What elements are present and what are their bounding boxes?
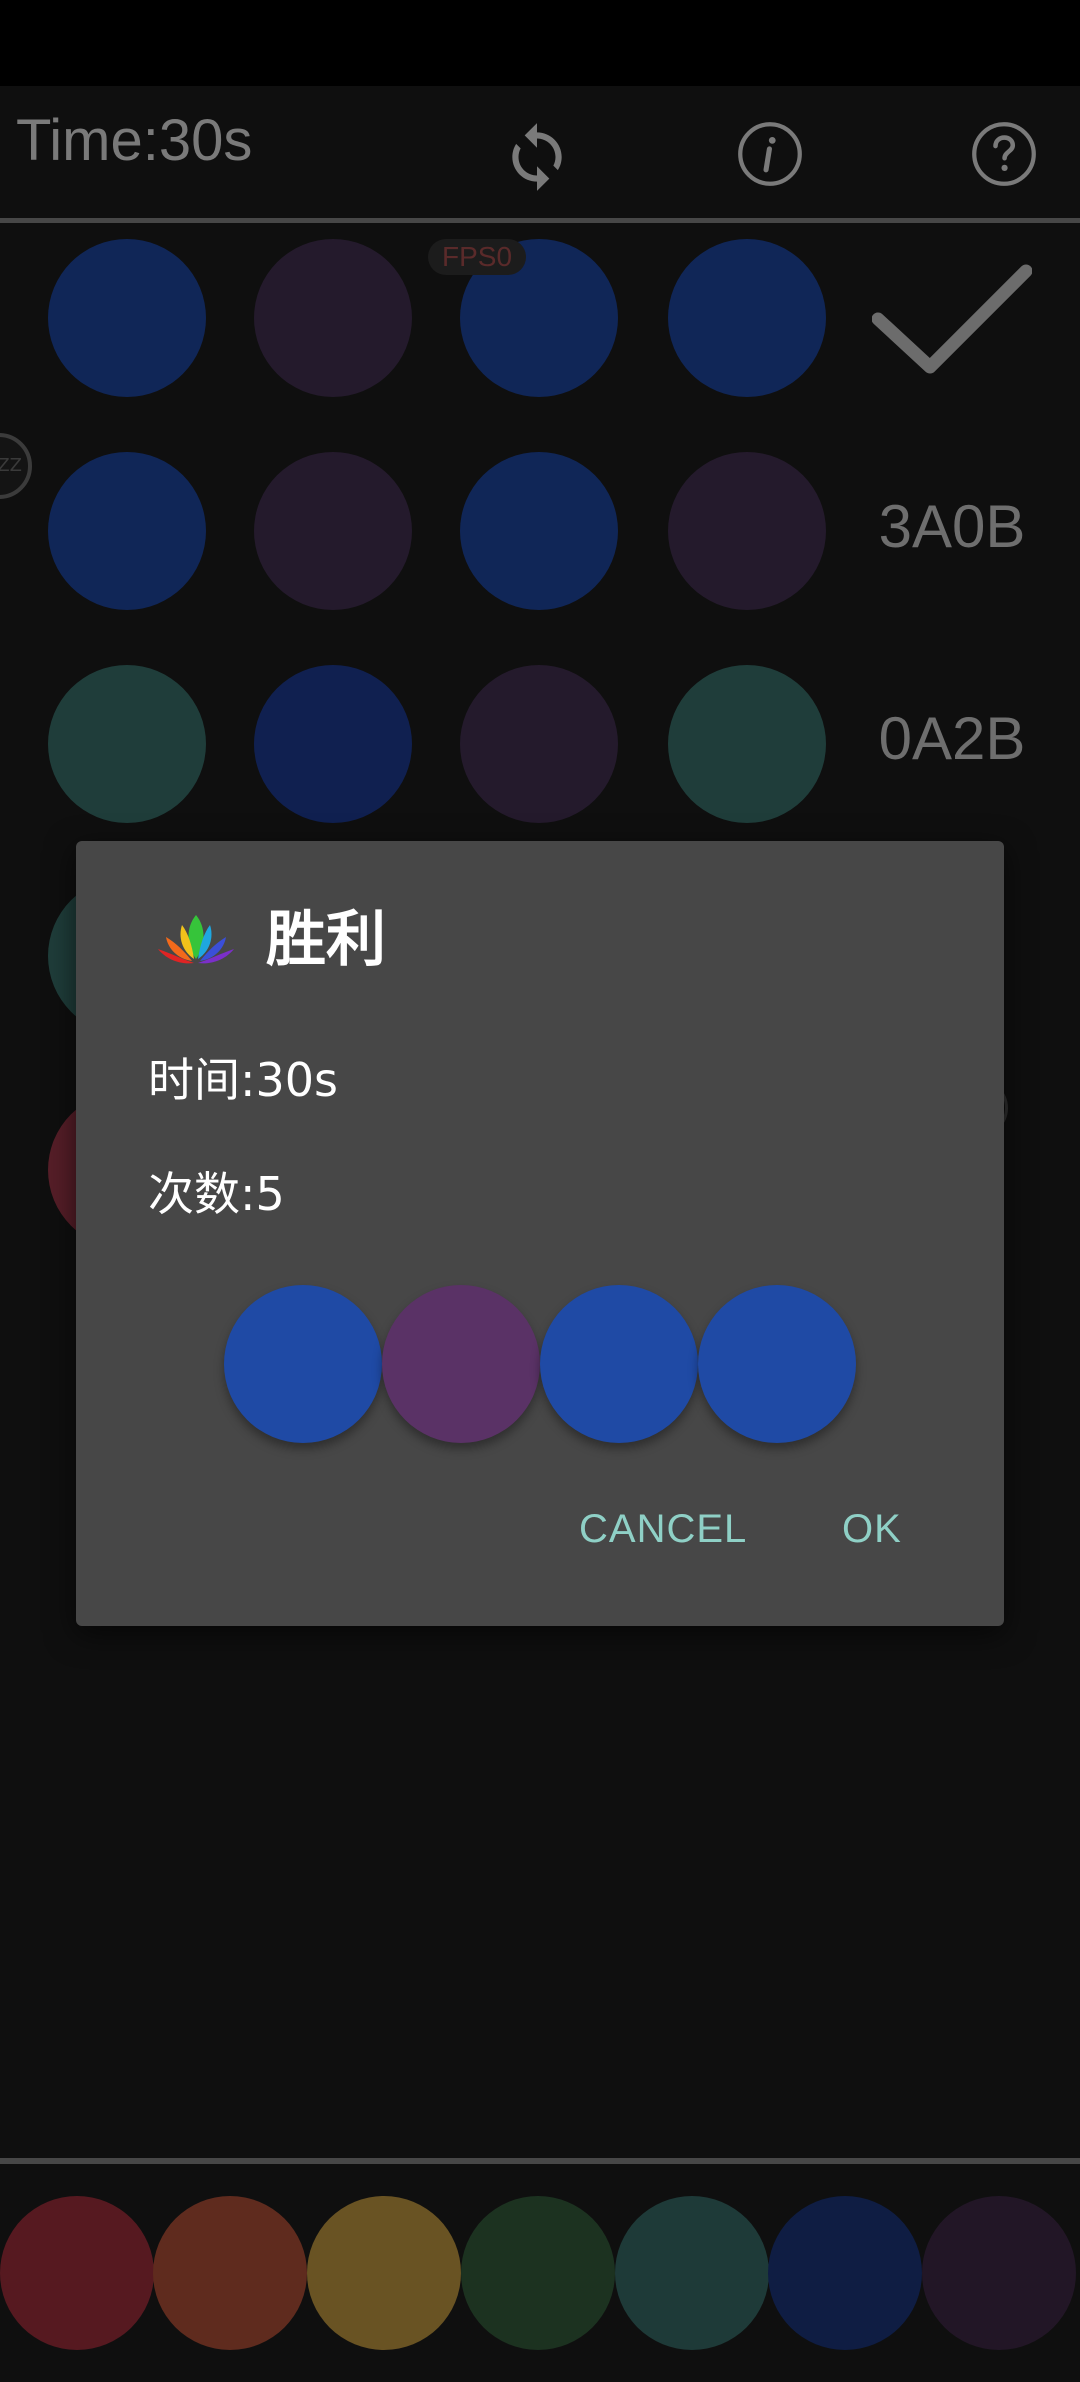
help-icon[interactable] <box>970 120 1038 188</box>
palette-color-orange[interactable] <box>153 2196 307 2350</box>
dialog-count: 次数:5 <box>148 1167 285 1221</box>
bottom-divider <box>0 2158 1080 2164</box>
ok-button[interactable]: OK <box>842 1507 902 1552</box>
info-icon[interactable] <box>736 120 804 188</box>
checkmark-icon[interactable] <box>872 259 1032 379</box>
guess-peg[interactable] <box>668 239 826 397</box>
dialog-time: 时间:30s <box>148 1053 338 1107</box>
cancel-button[interactable]: CANCEL <box>579 1507 747 1552</box>
top-bar: Time:30s <box>0 86 1080 220</box>
answer-peg <box>698 1285 856 1443</box>
status-bar <box>0 0 1080 86</box>
guess-peg <box>48 665 206 823</box>
guess-peg <box>254 665 412 823</box>
color-palette <box>0 2196 1080 2352</box>
guess-peg <box>668 665 826 823</box>
guess-peg <box>668 452 826 610</box>
guess-peg[interactable] <box>254 239 412 397</box>
answer-peg <box>382 1285 540 1443</box>
guess-peg <box>254 452 412 610</box>
guess-peg <box>460 452 618 610</box>
palette-color-blue[interactable] <box>768 2196 922 2350</box>
edge-badge[interactable]: ZZ <box>0 433 32 499</box>
refresh-icon[interactable] <box>500 120 574 194</box>
guess-peg <box>460 665 618 823</box>
guess-result: 0A2B <box>878 705 1026 772</box>
guess-peg <box>48 452 206 610</box>
palette-color-yellow[interactable] <box>307 2196 461 2350</box>
lotus-icon <box>158 915 234 964</box>
dialog-title: 胜利 <box>266 905 386 975</box>
palette-color-green[interactable] <box>461 2196 615 2350</box>
victory-dialog: 胜利 时间:30s 次数:5 CANCEL OK <box>76 841 1004 1626</box>
palette-color-teal[interactable] <box>615 2196 769 2350</box>
guess-peg[interactable] <box>48 239 206 397</box>
answer-peg <box>540 1285 698 1443</box>
palette-color-red[interactable] <box>0 2196 154 2350</box>
fps-label: FPS0 <box>428 239 527 275</box>
timer-label: Time:30s <box>16 108 253 173</box>
guess-result: 3A0B <box>878 493 1026 560</box>
palette-color-purple[interactable] <box>922 2196 1076 2350</box>
answer-peg <box>224 1285 382 1443</box>
